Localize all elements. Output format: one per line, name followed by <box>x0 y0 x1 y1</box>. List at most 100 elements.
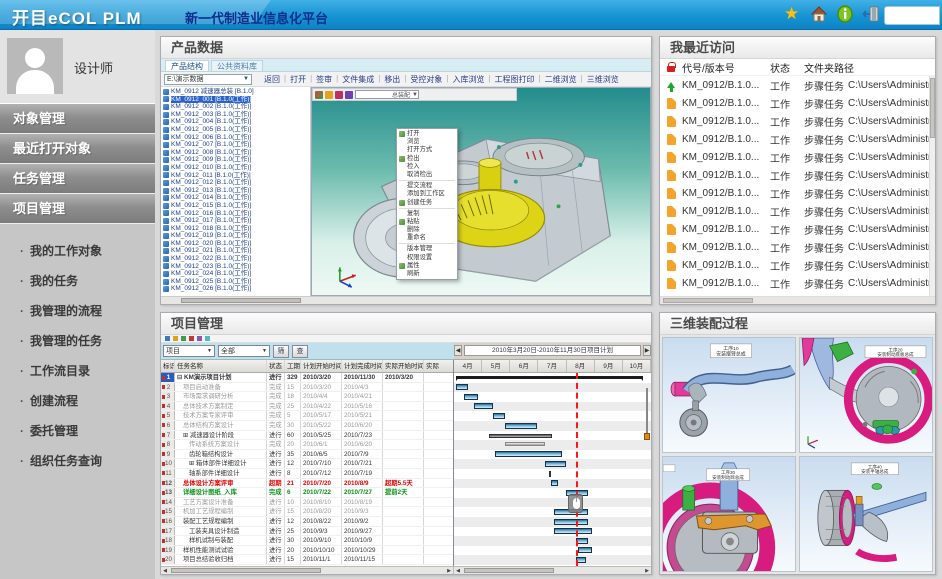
tree-item[interactable]: KM_0912 减速器总装 [B.1.0] <box>163 88 310 96</box>
cad-tab-structure[interactable]: 产品结构 <box>165 60 209 71</box>
toolbar-icon[interactable] <box>197 336 202 341</box>
cad-tab-library[interactable]: 公共资料库 <box>211 60 263 71</box>
table-row[interactable]: KM_0912/B.1.0...工作步骤任务C:\Users\Administr… <box>660 238 935 256</box>
gantt-bar[interactable] <box>578 547 592 553</box>
sidebar-sub-item[interactable]: 我管理的流程 <box>0 296 155 326</box>
gantt-bar[interactable] <box>495 451 562 457</box>
sidebar-sub-item[interactable]: 我管理的任务 <box>0 326 155 356</box>
measure-icon[interactable] <box>345 91 353 99</box>
filter-button[interactable]: 筛 <box>273 345 289 358</box>
scroll-left-icon[interactable]: ◀ <box>161 567 169 574</box>
table-hscroll[interactable]: ◀▶ <box>161 567 454 574</box>
toolbar-icon[interactable] <box>189 336 194 341</box>
task-row[interactable]: 7⊞ 减速器设计阶段进行602010/5/252010/7/23 <box>161 431 453 441</box>
table-row[interactable]: KM_0912/B.1.0...工作步骤任务C:\Users\Administr… <box>660 94 935 112</box>
chart-hscroll[interactable]: ◀▶ <box>454 567 651 574</box>
gantt-bar[interactable] <box>554 519 587 525</box>
gantt-bar[interactable] <box>456 384 468 390</box>
sidebar-main-item[interactable]: 任务管理 <box>0 164 155 194</box>
col-id[interactable]: 标识 <box>161 360 175 372</box>
col-status[interactable]: 状态 <box>770 60 804 75</box>
scrollbar-thumb[interactable] <box>171 568 321 573</box>
col-status[interactable]: 状态 <box>267 360 285 372</box>
sidebar-main-item[interactable]: 项目管理 <box>0 194 155 224</box>
table-row[interactable]: KM_0912/B.1.0...工作步骤任务C:\Users\Administr… <box>660 202 935 220</box>
tree-item[interactable]: KM_0912_019 [B.1.0(工作)] <box>163 232 310 240</box>
col-actual-start[interactable]: 实际开始时间 <box>383 360 424 372</box>
task-row[interactable]: 17工装夹具设计制造进行252010/9/32010/9/27 <box>161 527 453 537</box>
sidebar-sub-item[interactable]: 组织任务查询 <box>0 446 155 476</box>
task-row[interactable]: 18样机试制与装配进行302010/9/102010/10/9 <box>161 536 453 546</box>
exit-icon[interactable] <box>862 5 880 23</box>
tree-item[interactable]: KM_0912_014 [B.1.0(工作)] <box>163 194 310 202</box>
col-code[interactable]: 代号/版本号 <box>682 60 770 75</box>
cad-menu-item[interactable]: 二维浏览 <box>541 74 581 85</box>
scroll-left-icon[interactable]: ◀ <box>454 567 462 574</box>
context-menu-item[interactable]: 检出 <box>397 155 457 163</box>
tree-item[interactable]: KM_0912_002 [B.1.0(工作)] <box>163 103 310 111</box>
context-menu-item[interactable]: 取消检出 <box>397 171 457 179</box>
gantt-bar[interactable] <box>549 471 551 477</box>
context-menu-item[interactable]: 删除 <box>397 226 457 234</box>
task-row[interactable]: 11轴系部件详细设计进行82010/7/122010/7/19 <box>161 469 453 479</box>
toolbar-icon[interactable] <box>181 336 186 341</box>
assembly-view-4[interactable]: 工序40 安装半轴总成 <box>799 456 933 572</box>
task-row[interactable]: 10⊞ 箱体部件详细设计进行122010/7/102010/7/21 <box>161 459 453 469</box>
col-task-name[interactable]: 任务名称 <box>175 360 267 372</box>
assembly-view-3[interactable]: 工序30 安装制动蹄总成 <box>662 456 796 572</box>
col-plan-end[interactable]: 计划完成时间 <box>342 360 383 372</box>
project-filter-dropdown[interactable]: 项目▼ <box>163 345 215 357</box>
cad-menu-item[interactable]: 移出 <box>380 74 404 85</box>
sidebar-main-item[interactable]: 对象管理 <box>0 104 155 134</box>
table-row[interactable]: KM_0912/B.1.0...工作步骤任务C:\Users\Administr… <box>660 166 935 184</box>
gantt-bar[interactable] <box>551 480 559 486</box>
task-row[interactable]: 5技术方案专家评审完成52010/5/172010/5/21 <box>161 411 453 421</box>
tree-item[interactable]: KM_0912_011 [B.1.0(工作)] <box>163 172 310 180</box>
context-menu-item[interactable]: 打开方式 <box>397 146 457 154</box>
gantt-bar[interactable] <box>474 403 494 409</box>
model-icon[interactable] <box>315 91 323 99</box>
search-button[interactable]: 查 <box>292 345 308 358</box>
task-row[interactable]: 20项目总结验收归档进行152010/11/12010/11/15 <box>161 555 453 565</box>
toolbar-icon[interactable] <box>165 336 170 341</box>
tree-item[interactable]: KM_0912_026 [B.1.0(工作)] <box>163 285 310 293</box>
task-row[interactable]: 4总体技术方案制定完成252010/4/222010/5/16 <box>161 402 453 412</box>
context-menu-item[interactable]: 重命名 <box>397 234 457 242</box>
table-row[interactable]: KM_0912/B.1.0...工作步骤任务C:\Users\Administr… <box>660 112 935 130</box>
table-row[interactable]: KM_0912/B.1.0...工作步骤任务C:\Users\Administr… <box>660 76 935 94</box>
home-icon[interactable] <box>810 5 828 23</box>
col-plan-start[interactable]: 计划开始时间 <box>301 360 342 372</box>
context-menu-item[interactable]: 属性 <box>397 262 457 270</box>
table-row[interactable]: KM_0912/B.1.0...工作步骤任务C:\Users\Administr… <box>660 184 935 202</box>
scope-filter-dropdown[interactable]: 全部▼ <box>218 345 270 357</box>
cad-path-combo[interactable]: E:\演示数据▼ <box>164 74 252 85</box>
col-duration[interactable]: 工期 <box>285 360 301 372</box>
sidebar-sub-item[interactable]: 创建流程 <box>0 386 155 416</box>
tree-item[interactable]: KM_0912_007 [B.1.0(工作)] <box>163 141 310 149</box>
cad-menu-item[interactable]: 入库浏览 <box>448 74 488 85</box>
table-row[interactable]: KM_0912/B.1.0...工作步骤任务C:\Users\Administr… <box>660 274 935 292</box>
context-menu-item[interactable]: 版本管理 <box>397 245 457 253</box>
favorites-star-icon[interactable]: ★ <box>784 5 802 23</box>
cad-menu-item[interactable]: 签审 <box>312 74 336 85</box>
task-row[interactable]: 8传动系统方案设计完成202010/6/12010/6/20 <box>161 440 453 450</box>
view-config-combo[interactable]: 总装配▼ <box>355 90 419 99</box>
context-menu-item[interactable]: 权限设置 <box>397 254 457 262</box>
context-menu-item[interactable]: 刷新 <box>397 270 457 278</box>
table-row[interactable]: KM_0912/B.1.0...工作步骤任务C:\Users\Administr… <box>660 130 935 148</box>
task-row[interactable]: 13详细设计图纸_入库完成62010/7/222010/7/27提前2天 <box>161 488 453 498</box>
task-row[interactable]: 2项目启动准备完成152010/3/202010/4/3 <box>161 383 453 393</box>
gantt-bar[interactable] <box>456 376 643 379</box>
gantt-bar[interactable] <box>554 528 591 534</box>
tree-item[interactable]: KM_0912_005 [B.1.0(工作)] <box>163 126 310 134</box>
scrollbar-thumb[interactable] <box>930 78 935 138</box>
timeline-left-arrow[interactable]: ◀ <box>454 345 462 356</box>
task-row[interactable]: 3市场需求调研分析完成182010/4/42010/4/21 <box>161 392 453 402</box>
scroll-right-icon[interactable]: ▶ <box>643 567 651 574</box>
toolbar-icon[interactable] <box>205 336 210 341</box>
task-row[interactable]: 1⊟ KM演示项目计划进行3292010/3/202010/11/302010/… <box>161 373 453 383</box>
cad-menu-item[interactable]: 工程图打印 <box>491 74 539 85</box>
table-row[interactable]: KM_0912/B.1.0...工作步骤任务C:\Users\Administr… <box>660 148 935 166</box>
context-menu-item[interactable]: 添加到工作区 <box>397 190 457 198</box>
col-extra[interactable]: 实际 <box>424 360 453 372</box>
